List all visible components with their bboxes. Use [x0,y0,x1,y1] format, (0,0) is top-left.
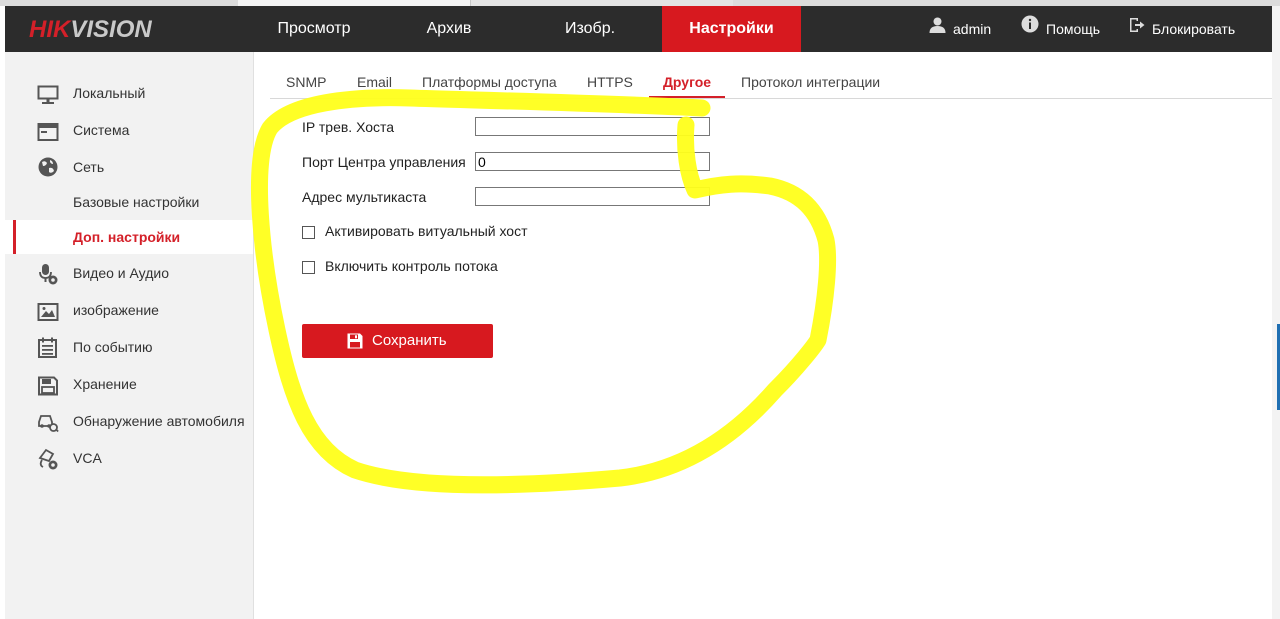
nav-configuration[interactable]: Настройки [662,6,801,52]
settings-sidebar: Локальный Система Сеть Базовые настройки… [5,52,254,619]
monitor-icon [37,83,59,104]
floppy-disk-icon [347,333,363,353]
background-window-right [1272,6,1280,619]
tab-integration-protocol[interactable]: Протокол интеграции [741,64,880,98]
sidebar-item-image[interactable]: изображение [5,293,253,327]
system-icon [37,120,59,141]
sidebar-item-vca[interactable]: VCA [5,441,253,475]
hikvision-logo: HIKVISION [29,16,152,43]
sidebar-item-advanced-settings[interactable]: Доп. настройки [5,220,253,254]
globe-icon [37,157,59,177]
help-button[interactable]: Помощь [1021,6,1100,52]
sidebar-item-network[interactable]: Сеть [5,150,253,184]
user-menu[interactable]: admin [929,6,991,52]
nav-live-view[interactable]: Просмотр [241,6,387,52]
sidebar-item-vehicle-detection[interactable]: Обнаружение автомобиля [5,404,253,438]
config-tabs: SNMP Email Платформы доступа HTTPS Друго… [270,64,1272,99]
tab-https[interactable]: HTTPS [587,64,633,98]
save-button-label: Сохранить [372,332,447,349]
sidebar-item-system[interactable]: Система [5,113,253,147]
tab-platform-access[interactable]: Платформы доступа [422,64,557,98]
sidebar-item-label: Доп. настройки [73,229,181,245]
control-center-port-label: Порт Центра управления [302,154,466,170]
flow-control-label: Включить контроль потока [325,258,498,274]
virtual-host-label: Активировать витуальный хост [325,223,528,239]
sidebar-item-label: Обнаружение автомобиля [73,413,245,429]
tab-snmp[interactable]: SNMP [286,64,326,98]
multicast-address-input[interactable] [475,187,710,206]
sidebar-item-event[interactable]: По событию [5,330,253,364]
nav-playback[interactable]: Архив [387,6,511,52]
sidebar-item-local[interactable]: Локальный [5,76,253,110]
sidebar-item-label: По событию [73,339,153,355]
sidebar-item-label: Базовые настройки [73,194,200,210]
sidebar-item-label: изображение [73,302,159,318]
sidebar-item-storage[interactable]: Хранение [5,367,253,401]
multicast-address-label: Адрес мультикаста [302,189,427,205]
microphone-icon [37,263,59,285]
sidebar-item-basic-settings[interactable]: Базовые настройки [5,185,253,219]
sidebar-item-label: VCA [73,450,102,466]
sidebar-item-label: Локальный [73,85,146,101]
nav-picture[interactable]: Изобр. [525,6,655,52]
sidebar-item-label: Видео и Аудио [73,265,169,281]
user-name: admin [953,21,992,37]
control-center-port-input[interactable] [475,152,710,171]
save-button[interactable]: Сохранить [302,324,493,358]
sidebar-item-label: Хранение [73,376,137,392]
alarm-host-ip-label: IP трев. Хоста [302,119,395,135]
lock-label: Блокировать [1152,21,1236,37]
vca-icon [37,448,59,470]
user-icon [929,5,946,51]
sidebar-item-video-audio[interactable]: Видео и Аудио [5,256,253,290]
image-icon [37,300,59,321]
car-detection-icon [37,411,59,433]
sidebar-item-label: Система [73,122,130,138]
virtual-host-checkbox[interactable] [302,226,315,239]
app-window: HIKVISION Просмотр Архив Изобр. Настройк… [5,6,1272,619]
help-label: Помощь [1046,21,1101,37]
storage-icon [37,374,59,396]
lock-button[interactable]: Блокировать [1129,6,1235,52]
sidebar-item-label: Сеть [73,159,105,175]
calendar-icon [37,337,59,358]
alarm-host-ip-input[interactable] [475,117,710,136]
top-header: HIKVISION Просмотр Архив Изобр. Настройк… [5,6,1272,52]
info-icon [1021,5,1039,51]
tab-email[interactable]: Email [357,64,392,98]
tab-other[interactable]: Другое [649,64,725,98]
flow-control-checkbox[interactable] [302,261,315,274]
logout-icon [1129,5,1145,51]
